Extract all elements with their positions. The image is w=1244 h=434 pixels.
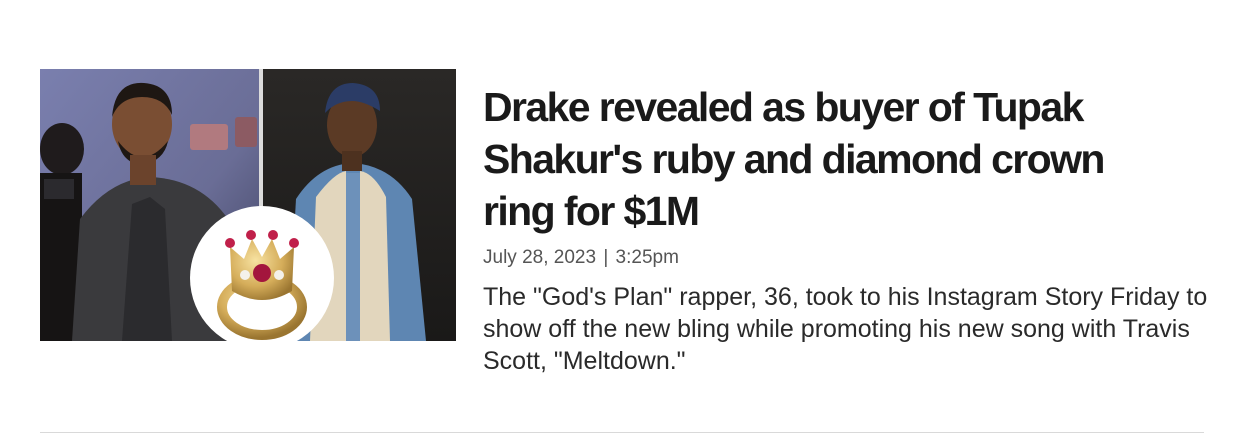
article-date: July 28, 2023 — [483, 247, 597, 268]
article-summary: The "God's Plan" rapper, 36, took to his… — [483, 283, 1208, 375]
section-divider — [40, 432, 1204, 433]
byline-separator: | — [603, 247, 609, 268]
article-card[interactable]: Drake revealed as buyer of Tupak Shakur'… — [40, 69, 1207, 375]
article-text: Drake revealed as buyer of Tupak Shakur'… — [483, 81, 1207, 377]
article-time: 3:25pm — [615, 247, 679, 268]
article-headline[interactable]: Drake revealed as buyer of Tupak Shakur'… — [483, 81, 1163, 237]
article-byline: July 28, 2023 | 3:25pm — [483, 247, 1204, 269]
article-thumbnail[interactable] — [40, 69, 456, 341]
